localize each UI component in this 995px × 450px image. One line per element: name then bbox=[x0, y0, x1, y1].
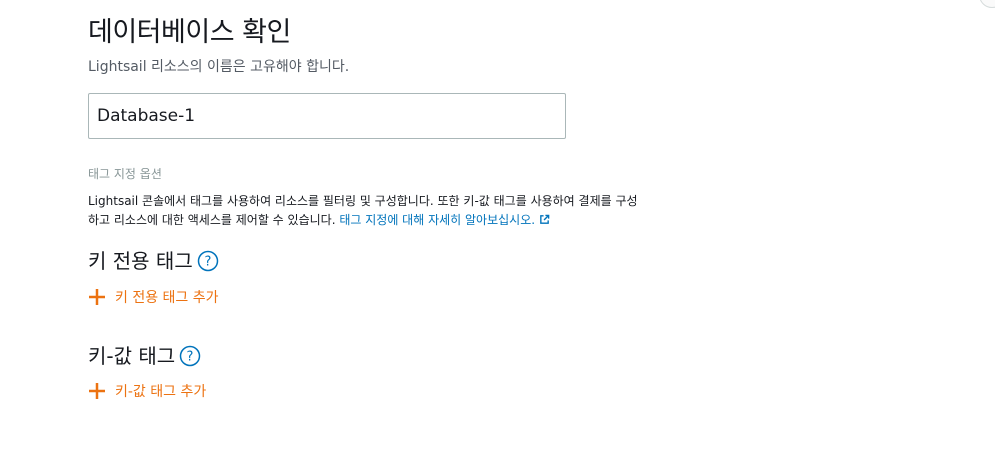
page-title: 데이터베이스 확인 bbox=[88, 17, 291, 48]
learn-more-tagging-label: 태그 지정에 대해 자세히 알아보십시오. bbox=[339, 213, 536, 227]
plus-icon bbox=[88, 382, 106, 400]
tagging-options-caption: 태그 지정 옵션 bbox=[88, 167, 162, 181]
svg-text:?: ? bbox=[204, 254, 211, 269]
external-link-icon bbox=[539, 212, 550, 231]
add-key-value-tag-label: 키-값 태그 추가 bbox=[115, 384, 207, 400]
learn-more-tagging-link[interactable]: 태그 지정에 대해 자세히 알아보십시오. bbox=[339, 213, 550, 227]
key-value-tags-heading: 키-값 태그 ? bbox=[88, 340, 201, 369]
tagging-description-line1: Lightsail 콘솔에서 태그를 사용하여 리소스를 필터링 및 구성합니다… bbox=[88, 194, 638, 208]
key-only-tags-heading: 키 전용 태그 ? bbox=[88, 245, 218, 274]
add-key-value-tag-button[interactable]: 키-값 태그 추가 bbox=[88, 381, 206, 401]
tagging-description: Lightsail 콘솔에서 태그를 사용하여 리소스를 필터링 및 구성합니다… bbox=[88, 192, 688, 231]
help-circle-icon[interactable]: ? bbox=[197, 250, 218, 271]
add-key-only-tag-label: 키 전용 태그 추가 bbox=[115, 290, 219, 306]
svg-text:?: ? bbox=[187, 349, 194, 364]
help-circle-icon[interactable]: ? bbox=[179, 345, 201, 366]
key-only-tags-title: 키 전용 태그 bbox=[88, 249, 193, 273]
tagging-description-line2: 하고 리소스에 대한 액세스를 제어할 수 있습니다. bbox=[88, 213, 336, 227]
add-key-only-tag-button[interactable]: 키 전용 태그 추가 bbox=[88, 287, 219, 307]
corner-scroll-indicator bbox=[979, 0, 995, 8]
plus-icon bbox=[88, 288, 106, 306]
confirm-database-page: 데이터베이스 확인 Lightsail 리소스의 이름은 고유해야 합니다. 태… bbox=[0, 0, 995, 450]
name-uniqueness-hint: Lightsail 리소스의 이름은 고유해야 합니다. bbox=[88, 59, 350, 75]
database-name-input[interactable] bbox=[88, 93, 566, 139]
key-value-tags-title: 키-값 태그 bbox=[88, 344, 176, 368]
